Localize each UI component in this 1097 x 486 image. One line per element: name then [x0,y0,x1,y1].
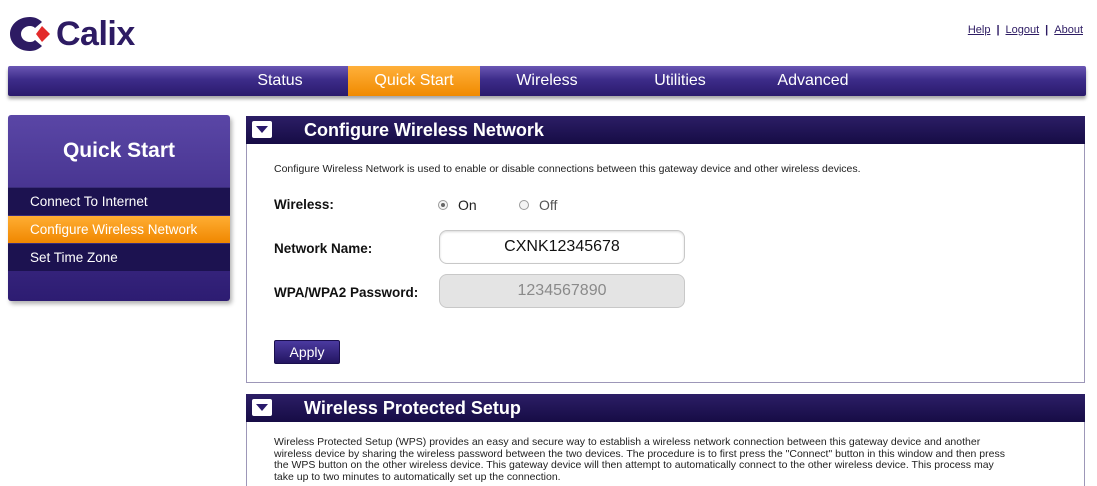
radio-unselected-icon [519,200,529,210]
wireless-on-radio[interactable]: On [438,197,477,213]
wps-description-line: Wireless Protected Setup (WPS) provides … [274,436,981,448]
nav-tab-advanced[interactable]: Advanced [766,66,860,96]
top-links: Help | Logout | About [968,24,1083,36]
sidebar: Quick Start Connect To Internet Configur… [8,115,230,301]
wps-description-line: take up to two minutes to automatically … [274,470,561,483]
calix-logo: Calix [8,14,135,54]
sidebar-item-set-time-zone[interactable]: Set Time Zone [8,243,230,271]
main-nav: Status Quick Start Wireless Utilities Ad… [8,66,1086,96]
nav-tab-wireless[interactable]: Wireless [506,66,588,96]
help-link[interactable]: Help [968,24,991,36]
collapse-triangle-icon[interactable] [252,121,272,138]
sidebar-item-configure-wireless-network[interactable]: Configure Wireless Network [8,215,230,243]
nav-tab-utilities[interactable]: Utilities [640,66,720,96]
about-link[interactable]: About [1054,24,1083,36]
password-label: WPA/WPA2 Password: [274,285,419,300]
nav-tab-quick-start[interactable]: Quick Start [348,66,480,96]
sidebar-title: Quick Start [62,139,176,162]
network-name-label: Network Name: [274,241,373,256]
collapse-triangle-icon[interactable] [252,399,272,416]
wps-description-line: the WPS button on the other wireless dev… [274,459,994,471]
wps-panel-header: Wireless Protected Setup [246,394,1085,422]
link-separator: | [996,24,1000,36]
network-name-input[interactable] [439,230,685,264]
wps-panel-body: Wireless Protected Setup (WPS) provides … [246,422,1085,486]
wireless-label: Wireless: [274,197,334,212]
password-input[interactable] [439,274,685,308]
sidebar-item-connect-to-internet[interactable]: Connect To Internet [8,187,230,215]
wps-panel-title: Wireless Protected Setup [304,398,521,418]
logout-link[interactable]: Logout [1006,24,1040,36]
page: Calix Help | Logout | About Status Quick… [0,0,1097,486]
wireless-on-label: On [458,197,477,213]
config-description: Configure Wireless Network is used to en… [274,163,861,175]
nav-tab-status[interactable]: Status [246,66,314,96]
wireless-off-label: Off [539,197,558,213]
logo-wordmark: Calix [56,14,135,53]
apply-button[interactable]: Apply [274,340,340,364]
config-panel-title: Configure Wireless Network [304,120,544,140]
calix-logo-icon [8,15,52,53]
config-panel-header: Configure Wireless Network [246,116,1085,144]
link-separator: | [1045,24,1049,36]
config-panel-body: Configure Wireless Network is used to en… [246,144,1085,383]
wireless-off-radio[interactable]: Off [519,197,557,213]
radio-selected-icon [438,200,448,210]
